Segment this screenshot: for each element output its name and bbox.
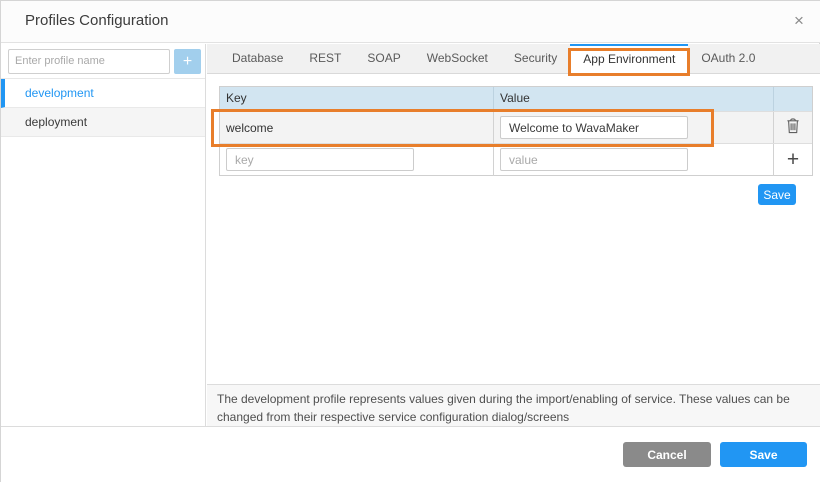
add-row-button[interactable]: + [778, 145, 808, 175]
table-row-new: + [220, 143, 812, 175]
column-header-value: Value [494, 87, 774, 111]
app-environment-table: Key Value welcome [219, 86, 813, 176]
new-action-cell: + [774, 145, 812, 175]
table-header-row: Key Value [220, 87, 812, 111]
tab-app-environment-label: App Environment [583, 52, 675, 66]
tab-oauth[interactable]: OAuth 2.0 [688, 44, 768, 74]
column-header-key: Key [220, 87, 494, 111]
tab-rest[interactable]: REST [296, 44, 354, 74]
profile-add-row: + [1, 44, 205, 79]
new-value-cell [494, 144, 774, 176]
action-cell [774, 113, 812, 143]
dialog-header: Profiles Configuration × [1, 1, 820, 43]
sidebar-item-deployment[interactable]: deployment [1, 108, 205, 137]
table-row-welcome: welcome [220, 111, 812, 143]
delete-row-button[interactable] [778, 113, 808, 143]
save-button[interactable]: Save [720, 442, 807, 467]
sidebar-item-development[interactable]: development [1, 79, 205, 108]
tab-app-environment[interactable]: App Environment [570, 44, 688, 75]
profile-description-note: The development profile represents value… [207, 384, 820, 426]
dialog-action-bar: Cancel Save [1, 426, 820, 483]
add-profile-button[interactable]: + [174, 49, 201, 74]
main-panel: Database REST SOAP WebSocket Security Ap… [207, 44, 820, 384]
new-value-input[interactable] [500, 148, 688, 171]
tab-bar: Database REST SOAP WebSocket Security Ap… [207, 44, 820, 74]
tab-soap[interactable]: SOAP [354, 44, 413, 74]
close-icon[interactable]: × [787, 9, 811, 33]
table-save-button[interactable]: Save [758, 184, 796, 205]
tab-security[interactable]: Security [501, 44, 570, 74]
value-input-welcome[interactable] [500, 116, 688, 139]
profiles-configuration-dialog: Profiles Configuration × + development d… [0, 0, 820, 482]
plus-icon: + [787, 150, 799, 170]
value-cell [494, 112, 774, 144]
key-cell: welcome [220, 112, 494, 144]
trash-icon [786, 118, 800, 137]
new-key-cell [220, 144, 494, 176]
tab-websocket[interactable]: WebSocket [414, 44, 501, 74]
new-key-input[interactable] [226, 148, 414, 171]
dialog-title: Profiles Configuration [25, 12, 168, 29]
tab-database[interactable]: Database [219, 44, 296, 74]
profiles-sidebar: + development deployment [1, 44, 206, 426]
cancel-button[interactable]: Cancel [623, 442, 711, 467]
profile-name-input[interactable] [8, 49, 170, 74]
column-header-actions [774, 87, 812, 111]
